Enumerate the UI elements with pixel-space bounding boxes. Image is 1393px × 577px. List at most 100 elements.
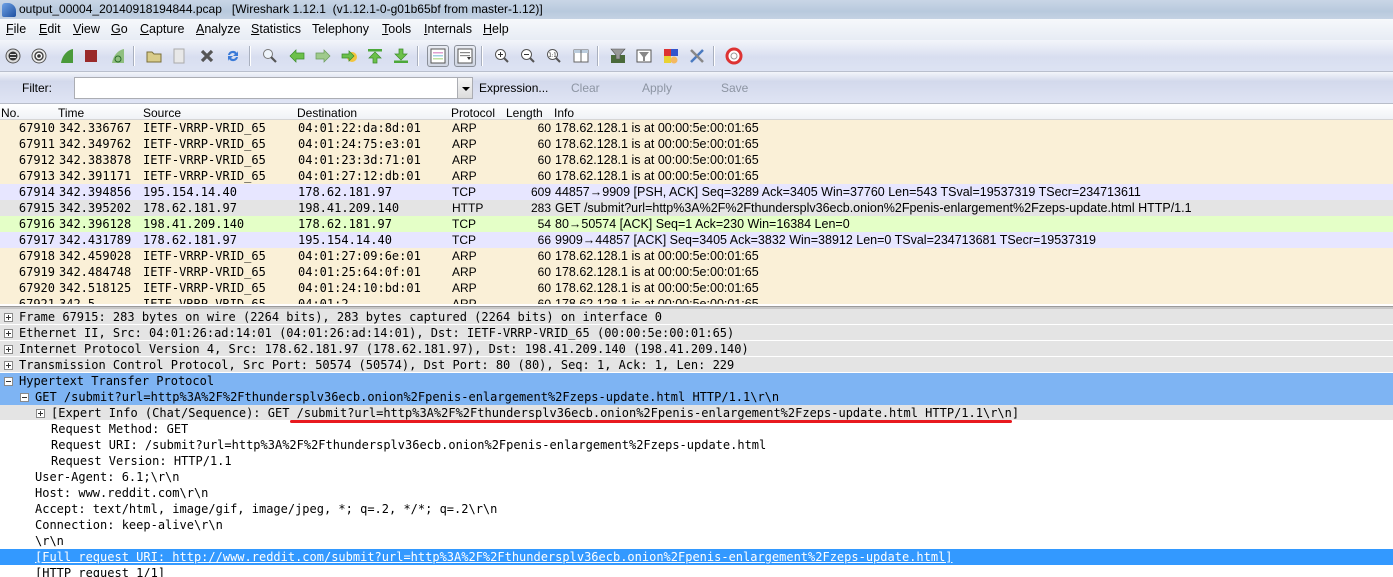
packet-info: 178.62.128.1 is at 00:00:5e:00:01:65	[555, 249, 759, 263]
packet-row[interactable]: 67913 342.391171 IETF-VRRP-VRID_65 04:01:27…	[0, 168, 1393, 184]
protocol-tree-item[interactable]: Internet Protocol Version 4, Src: 178.62…	[0, 341, 1393, 357]
tree-field-item[interactable]: Accept: text/html, image/gif, image/jpeg…	[0, 501, 1393, 517]
stop-capture-button[interactable]	[80, 45, 102, 67]
menu-help[interactable]: Help	[481, 19, 511, 40]
packet-row[interactable]: 67914 342.394856 195.154.14.40 178.62.181.9…	[0, 184, 1393, 200]
expression-button[interactable]: Expression...	[479, 81, 548, 95]
window-title: output_00004_20140918194844.pcap [Wiresh…	[19, 2, 543, 16]
go-forward-button[interactable]	[312, 45, 334, 67]
filter-label: Filter:	[22, 81, 52, 95]
packet-time: 342.383878	[59, 153, 132, 167]
coloring-rules-button[interactable]	[660, 45, 682, 67]
tree-field-item[interactable]: [Expert Info (Chat/Sequence): GET /submi…	[0, 405, 1393, 421]
save-file-button[interactable]	[168, 45, 190, 67]
menu-telephony[interactable]: Telephony	[310, 19, 371, 40]
packet-details-tree[interactable]: Frame 67915: 283 bytes on wire (2264 bit…	[0, 309, 1393, 577]
last-packet-button[interactable]	[390, 45, 412, 67]
packet-length: 66	[537, 233, 551, 247]
go-back-button[interactable]	[286, 45, 308, 67]
menu-tools[interactable]: Tools	[380, 19, 413, 40]
first-packet-button[interactable]	[364, 45, 386, 67]
packet-row[interactable]: 67910 342.336767 IETF-VRRP-VRID_65 04:01:22…	[0, 120, 1393, 136]
menu-edit[interactable]: Edit	[37, 19, 63, 40]
tree-field-item[interactable]: Request Version: HTTP/1.1	[0, 453, 1393, 469]
preferences-button[interactable]	[686, 45, 708, 67]
menu-view[interactable]: View	[71, 19, 102, 40]
column-header-source[interactable]: Source	[143, 105, 181, 121]
normal-size-button[interactable]: 1:1	[543, 45, 565, 67]
expand-icon[interactable]	[4, 361, 13, 370]
apply-filter-button[interactable]: Apply	[642, 81, 672, 95]
capture-options-button[interactable]	[28, 45, 50, 67]
tree-field-item[interactable]: \r\n	[0, 533, 1393, 549]
collapse-icon[interactable]	[20, 393, 29, 402]
packet-row[interactable]: 67921 342.5 IETF-VRRP-VRID_65 04:01:2 ARP 60 1…	[0, 296, 1393, 304]
colorize-button[interactable]	[427, 45, 449, 67]
packet-destination: 04:01:2	[298, 297, 349, 304]
menu-internals[interactable]: Internals	[422, 19, 474, 40]
tree-field-item[interactable]: [HTTP request 1/1]	[0, 565, 1393, 577]
tree-field-item[interactable]: Request URI: /submit?url=http%3A%2F%2Fth…	[0, 437, 1393, 453]
collapse-icon[interactable]	[4, 377, 13, 386]
protocol-tree-item[interactable]: Transmission Control Protocol, Src Port:…	[0, 357, 1393, 373]
start-capture-button[interactable]	[56, 45, 78, 67]
tree-item-text: Request URI: /submit?url=http%3A%2F%2Fth…	[51, 438, 767, 452]
go-to-packet-button[interactable]	[338, 45, 360, 67]
menu-capture[interactable]: Capture	[138, 19, 186, 40]
save-filter-button[interactable]: Save	[721, 81, 748, 95]
tree-field-item[interactable]: Host: www.reddit.com\r\n	[0, 485, 1393, 501]
packet-row[interactable]: 67920 342.518125 IETF-VRRP-VRID_65 04:01:24…	[0, 280, 1393, 296]
tree-field-item[interactable]: Request Method: GET	[0, 421, 1393, 437]
menu-accelerator: C	[140, 22, 150, 36]
expand-icon[interactable]	[4, 329, 13, 338]
packet-row[interactable]: 67918 342.459028 IETF-VRRP-VRID_65 04:01:27…	[0, 248, 1393, 264]
column-header-protocol[interactable]: Protocol	[451, 105, 495, 121]
column-header-time[interactable]: Time	[58, 105, 84, 121]
capture-filters-button[interactable]	[607, 45, 629, 67]
colorize-icon	[430, 48, 446, 64]
packet-row[interactable]: 67915 342.395202 178.62.181.97 198.41.209.1…	[0, 200, 1393, 216]
packet-list[interactable]: 67910 342.336767 IETF-VRRP-VRID_65 04:01:22…	[0, 120, 1393, 306]
interfaces-button[interactable]	[2, 45, 24, 67]
zoom-in-button[interactable]	[491, 45, 513, 67]
packet-row[interactable]: 67912 342.383878 IETF-VRRP-VRID_65 04:01:23…	[0, 152, 1393, 168]
resize-columns-button[interactable]	[570, 45, 592, 67]
open-file-button[interactable]	[143, 45, 165, 67]
tree-field-item[interactable]: GET /submit?url=http%3A%2F%2Fthundersplv…	[0, 389, 1393, 405]
close-file-button[interactable]	[196, 45, 218, 67]
display-filter-input[interactable]	[74, 77, 458, 99]
menu-statistics[interactable]: Statistics	[249, 19, 303, 40]
expand-icon[interactable]	[4, 313, 13, 322]
tree-field-item[interactable]: User-Agent: 6.1;\r\n	[0, 469, 1393, 485]
packet-row[interactable]: 67916 342.396128 198.41.209.140 178.62.181.…	[0, 216, 1393, 232]
menu-analyze[interactable]: Analyze	[194, 19, 242, 40]
expand-icon[interactable]	[4, 345, 13, 354]
display-filters-button[interactable]	[633, 45, 655, 67]
reload-button[interactable]	[222, 45, 244, 67]
toolbar-separator	[713, 46, 714, 66]
clear-filter-button[interactable]: Clear	[571, 81, 600, 95]
protocol-tree-item[interactable]: Ethernet II, Src: 04:01:26:ad:14:01 (04:…	[0, 325, 1393, 341]
column-header-destination[interactable]: Destination	[297, 105, 357, 121]
menu-label: ile	[13, 22, 27, 36]
restart-capture-button[interactable]	[107, 45, 129, 67]
packet-row[interactable]: 67919 342.484748 IETF-VRRP-VRID_65 04:01:25…	[0, 264, 1393, 280]
tree-item-text: \r\n	[35, 534, 64, 548]
tree-field-item[interactable]: Connection: keep-alive\r\n	[0, 517, 1393, 533]
menu-go[interactable]: Go	[109, 19, 130, 40]
column-header-length[interactable]: Length	[506, 105, 543, 121]
protocol-tree-item[interactable]: Frame 67915: 283 bytes on wire (2264 bit…	[0, 309, 1393, 325]
auto-scroll-button[interactable]	[454, 45, 476, 67]
zoom-out-button[interactable]	[517, 45, 539, 67]
column-header-no[interactable]: No.	[1, 105, 20, 121]
packet-row[interactable]: 67911 342.349762 IETF-VRRP-VRID_65 04:01:24…	[0, 136, 1393, 152]
expand-icon[interactable]	[36, 409, 45, 418]
tree-field-item[interactable]: [Full request URI: http://www.reddit.com…	[0, 549, 1393, 565]
column-header-info[interactable]: Info	[554, 105, 574, 121]
find-packet-button[interactable]	[259, 45, 281, 67]
help-button[interactable]	[723, 45, 745, 67]
packet-row[interactable]: 67917 342.431789 178.62.181.97 195.154.14.4…	[0, 232, 1393, 248]
menu-file[interactable]: File	[4, 19, 28, 40]
protocol-tree-item[interactable]: Hypertext Transfer Protocol	[0, 373, 1393, 389]
filter-history-dropdown[interactable]	[457, 77, 473, 99]
